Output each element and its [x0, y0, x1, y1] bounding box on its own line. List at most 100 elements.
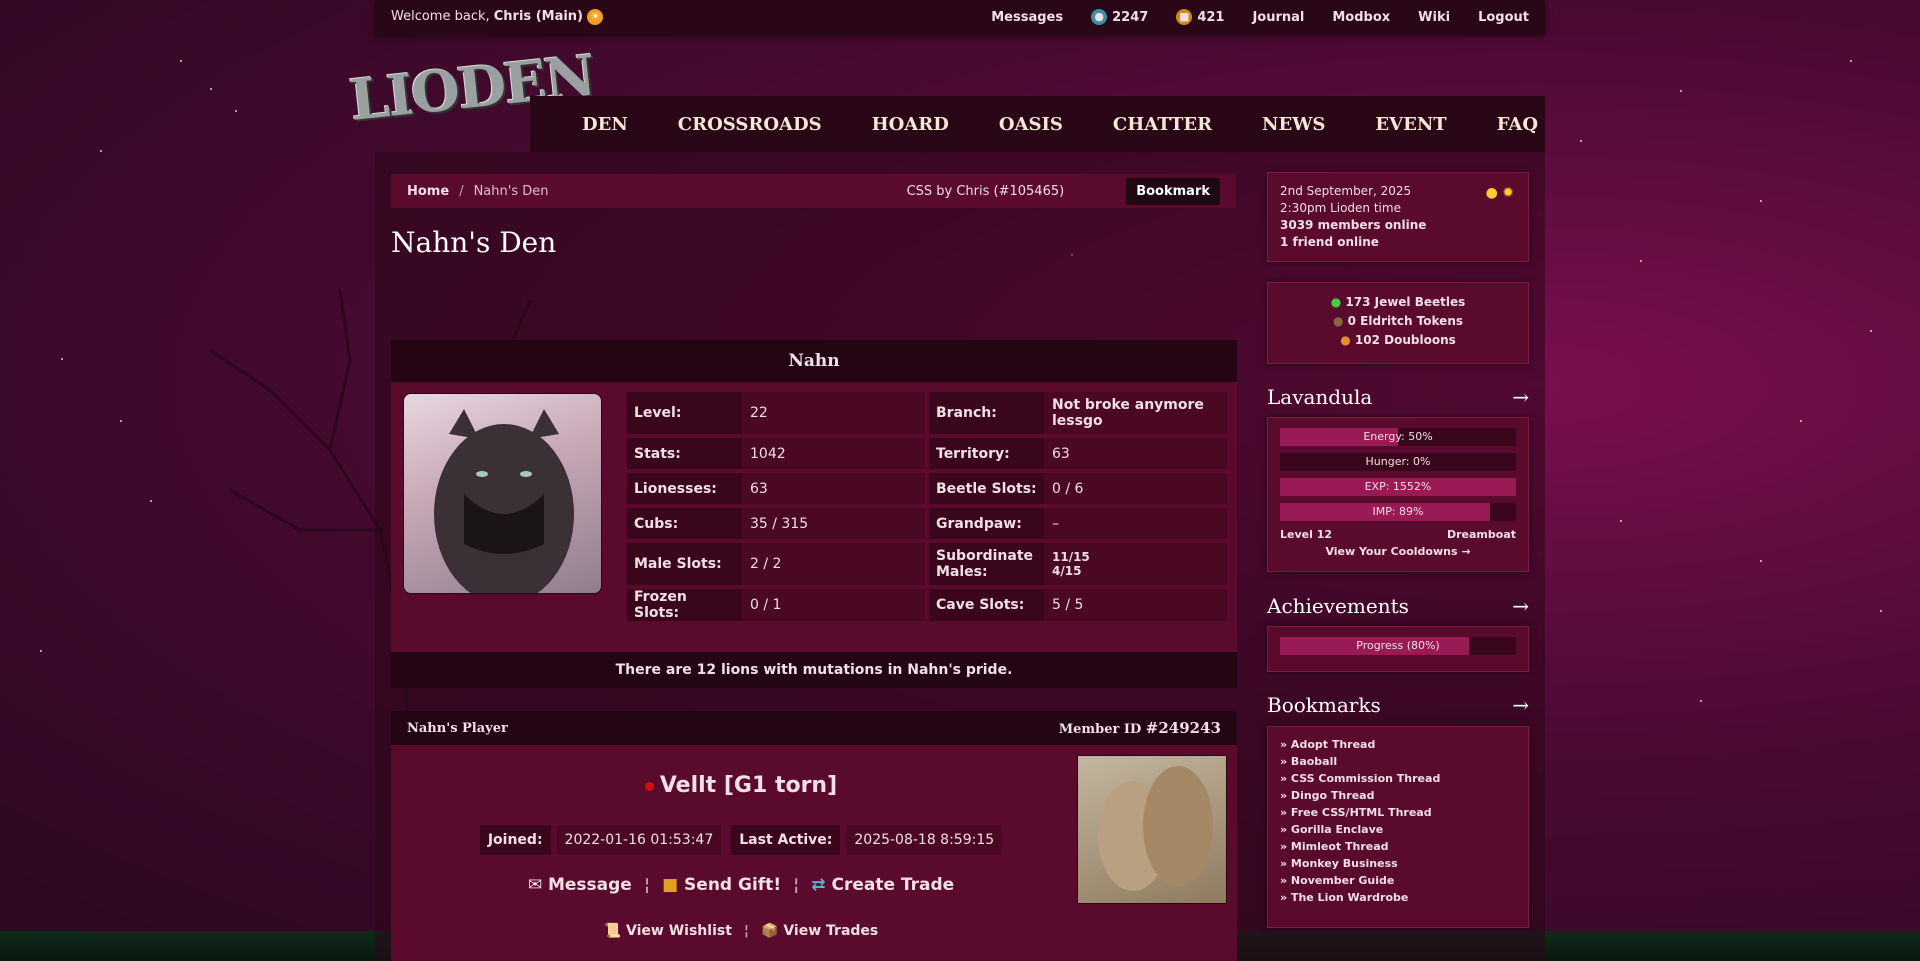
view-cooldowns-link[interactable]: View Your Cooldowns → — [1280, 545, 1516, 558]
achievement-progress-bar: Progress (80%) — [1280, 637, 1516, 655]
player-avatar[interactable] — [1077, 755, 1227, 904]
nav-chatter[interactable]: CHATTER — [1113, 114, 1212, 135]
stat-label: Lionesses: — [627, 473, 742, 504]
modbox-link[interactable]: Modbox — [1332, 10, 1390, 25]
stat-value: 0 / 6 — [1044, 473, 1227, 504]
lion-portrait[interactable] — [403, 393, 602, 594]
message-button[interactable]: ✉ Message — [528, 875, 632, 895]
stat-value: Not broke anymore lessgo — [1044, 392, 1227, 434]
stat-cell: Territory: 63 — [929, 438, 1227, 469]
css-credit-link[interactable]: CSS by Chris (#105465) — [907, 184, 1065, 199]
star — [1870, 330, 1872, 332]
bookmark-link[interactable]: » Gorilla Enclave — [1280, 821, 1516, 838]
nav-hoard[interactable]: HOARD — [872, 114, 949, 135]
stat-cell: Male Slots: 2 / 2 — [627, 543, 925, 585]
scroll-icon: 📜 — [603, 923, 622, 939]
pet-header[interactable]: Lavandula → — [1267, 385, 1529, 409]
stat-label: Territory: — [929, 438, 1044, 469]
star — [1700, 700, 1702, 702]
star — [100, 150, 102, 152]
time-widget: 2nd September, 2025 2:30pm Lioden time 3… — [1267, 172, 1529, 262]
nav-crossroads[interactable]: CROSSROADS — [678, 114, 822, 135]
bookmark-link[interactable]: » CSS Commission Thread — [1280, 770, 1516, 787]
journal-link[interactable]: Journal — [1252, 10, 1304, 25]
breadcrumb-home[interactable]: Home — [407, 184, 449, 199]
achievements-widget: Progress (80%) — [1267, 626, 1529, 672]
bookmark-link[interactable]: » Dingo Thread — [1280, 787, 1516, 804]
breadcrumb-separator: / — [459, 183, 464, 199]
bookmark-link[interactable]: » November Guide — [1280, 872, 1516, 889]
gift-icon: ■ — [1176, 9, 1193, 25]
messages-link[interactable]: Messages — [991, 10, 1063, 25]
offline-status-icon — [644, 781, 654, 791]
stat-cell: Stats: 1042 — [627, 438, 925, 469]
lion-panel: Nahn Level: 22 Branch: Not broke anymore le… — [391, 340, 1237, 688]
stat-value: 2 / 2 — [742, 543, 925, 585]
stat-cell: Frozen Slots: 0 / 1 — [627, 589, 925, 621]
sun-icons: ● ✹ — [1485, 185, 1514, 201]
player-actions: ✉ Message ¦ ■ Send Gift! ¦ ⇄ Create Trad… — [527, 875, 955, 895]
star — [1640, 260, 1642, 262]
pet-stat-bar: EXP: 1552% — [1280, 478, 1516, 496]
arrow-right-icon[interactable]: → — [1512, 594, 1529, 618]
arrow-right-icon[interactable]: → — [1512, 693, 1529, 717]
nav-faq[interactable]: FAQ — [1497, 114, 1538, 135]
coin-icon: ● — [1340, 333, 1351, 347]
stat-value: 35 / 315 — [742, 508, 925, 539]
nav-news[interactable]: NEWS — [1262, 114, 1325, 135]
player-secondary-actions: 📜 View Wishlist ¦ 📦 View Trades — [603, 923, 879, 939]
stat-cell: Grandpaw: – — [929, 508, 1227, 539]
bookmark-link[interactable]: » Baoball — [1280, 753, 1516, 770]
stat-label: Subordinate Males: — [929, 543, 1044, 585]
trade-icon: ⇄ — [811, 875, 826, 895]
stat-value: 1042 — [742, 438, 925, 469]
player-panel: Nahn's Player Member ID #249243 Vellt [G… — [391, 711, 1237, 961]
star — [1880, 610, 1882, 612]
stat-label: Male Slots: — [627, 543, 742, 585]
lion-name[interactable]: Nahn — [391, 340, 1237, 382]
stat-value: 0 / 1 — [742, 589, 925, 621]
top-bar: Welcome back, Chris (Main) ☀ Messages ● 2… — [375, 0, 1545, 34]
stat-row: Lionesses: 63 Beetle Slots: 0 / 6 — [627, 473, 1227, 504]
nav-den[interactable]: DEN — [582, 114, 628, 135]
stat-label: Frozen Slots: — [627, 589, 742, 621]
page-title: Nahn's Den — [391, 226, 557, 259]
pet-stat-bar: Hunger: 0% — [1280, 453, 1516, 471]
bookmark-button[interactable]: Bookmark — [1126, 177, 1220, 205]
friends-online-link[interactable]: 1 friend online — [1280, 235, 1379, 249]
stat-cell: Subordinate Males: 11/15 4/15 — [929, 543, 1227, 585]
achievements-header[interactable]: Achievements → — [1267, 594, 1529, 618]
breadcrumb: Home / Nahn's Den CSS by Chris (#105465)… — [391, 174, 1236, 208]
nav-event[interactable]: EVENT — [1375, 114, 1446, 135]
create-trade-button[interactable]: ⇄ Create Trade — [811, 875, 954, 895]
members-online-link[interactable]: 3039 members online — [1280, 218, 1426, 232]
send-gift-button[interactable]: ■ Send Gift! — [662, 875, 781, 895]
star — [61, 358, 63, 360]
player-name[interactable]: Vellt [G1 torn] — [391, 773, 1091, 798]
logout-link[interactable]: Logout — [1478, 10, 1529, 25]
jewel-beetles: ● 173 Jewel Beetles — [1330, 295, 1466, 309]
view-wishlist-link[interactable]: 📜 View Wishlist — [604, 923, 732, 939]
bookmarks-header[interactable]: Bookmarks → — [1267, 693, 1529, 717]
nav-oasis[interactable]: OASIS — [999, 114, 1063, 135]
bookmark-link[interactable]: » The Lion Wardrobe — [1280, 889, 1516, 906]
bookmark-link[interactable]: » Mimleot Thread — [1280, 838, 1516, 855]
stat-value: 5 / 5 — [1044, 589, 1227, 621]
bookmark-link[interactable]: » Monkey Business — [1280, 855, 1516, 872]
jewel-beetles-count[interactable]: ● 2247 — [1091, 9, 1148, 25]
wiki-link[interactable]: Wiki — [1418, 10, 1450, 25]
arrow-right-icon[interactable]: → — [1512, 385, 1529, 409]
gift-tokens-count[interactable]: ■ 421 — [1176, 9, 1224, 25]
star — [120, 420, 122, 422]
star — [235, 110, 237, 112]
username-link[interactable]: Chris (Main) — [494, 9, 583, 24]
envelope-icon: ✉ — [527, 875, 543, 895]
stat-value: 11/15 4/15 — [1044, 543, 1227, 585]
star — [1760, 560, 1762, 562]
player-dates: Joined: 2022-01-16 01:53:47 Last Active: 2… — [391, 825, 1091, 855]
mutation-note: There are 12 lions with mutations in Nah… — [391, 652, 1237, 688]
bookmark-link[interactable]: » Adopt Thread — [1280, 736, 1516, 753]
stat-cell: Level: 22 — [627, 392, 925, 434]
view-trades-link[interactable]: 📦 View Trades — [761, 923, 878, 939]
bookmark-link[interactable]: » Free CSS/HTML Thread — [1280, 804, 1516, 821]
